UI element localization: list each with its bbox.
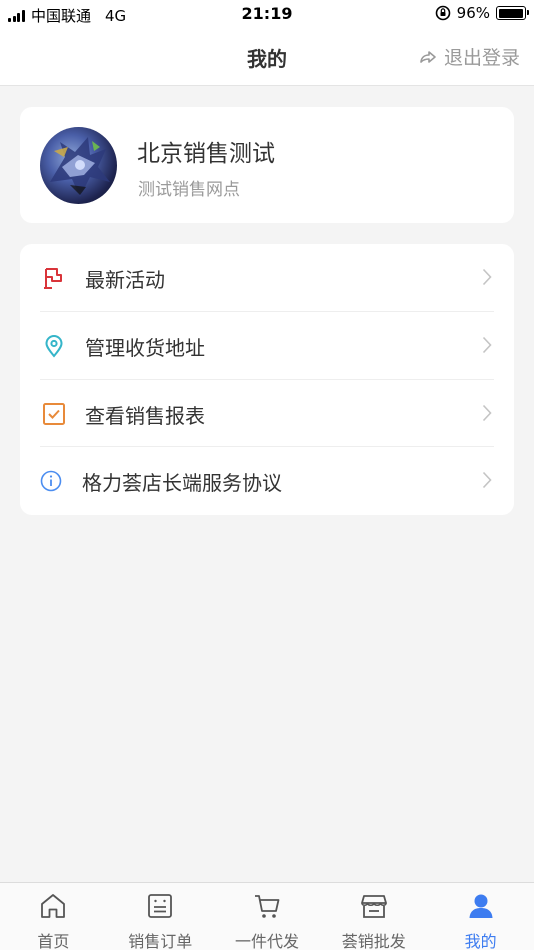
info-icon <box>40 470 62 492</box>
menu-item-sales-report[interactable]: 查看销售报表 <box>20 380 514 448</box>
profile-name: 北京销售测试 <box>137 141 275 167</box>
menu-card: 最新活动 管理收货地址 查看销售报表 格力荟店长端服务协议 <box>20 244 514 515</box>
chevron-right-icon <box>482 336 492 353</box>
menu-item-service-agreement[interactable]: 格力荟店长端服务协议 <box>20 447 514 515</box>
orientation-lock-icon <box>435 5 450 21</box>
status-right: 96% <box>435 4 529 22</box>
checkbox-icon <box>43 402 65 425</box>
order-icon <box>148 894 173 918</box>
avatar[interactable] <box>40 127 117 204</box>
menu-item-label: 最新活动 <box>85 268 165 292</box>
profile-subtitle: 测试销售网点 <box>138 180 240 200</box>
tab-bar: 首页 销售订单 一件代发 荟销批发 我的 <box>0 882 534 950</box>
tab-label: 我的 <box>464 932 497 950</box>
chevron-right-icon <box>482 268 492 286</box>
menu-item-label: 格力荟店长端服务协议 <box>82 471 282 496</box>
share-arrow-icon <box>420 50 436 63</box>
home-icon <box>41 894 66 918</box>
tab-dropship[interactable]: 一件代发 <box>214 883 321 950</box>
nav-bar: 我的 退出登录 <box>0 28 534 86</box>
cart-icon <box>254 895 280 918</box>
flag-icon <box>44 268 62 289</box>
tab-sales-orders[interactable]: 销售订单 <box>107 883 214 950</box>
logout-button[interactable]: 退出登录 <box>418 43 520 70</box>
status-bar: 中国联通 4G 21:19 96% <box>0 0 534 28</box>
menu-item-label: 管理收货地址 <box>85 335 205 360</box>
battery-icon <box>496 6 529 20</box>
tab-label: 荟销批发 <box>341 932 406 950</box>
person-icon <box>469 894 493 918</box>
tab-label: 一件代发 <box>234 932 299 950</box>
logout-label: 退出登录 <box>443 47 520 69</box>
menu-item-manage-address[interactable]: 管理收货地址 <box>20 312 514 380</box>
profile-card[interactable]: 北京销售测试 测试销售网点 <box>20 107 514 223</box>
menu-item-label: 查看销售报表 <box>85 403 205 428</box>
location-pin-icon <box>45 334 63 358</box>
store-icon <box>360 895 387 918</box>
menu-item-latest-activity[interactable]: 最新活动 <box>20 244 514 312</box>
tab-mine[interactable]: 我的 <box>427 883 534 950</box>
tab-label: 首页 <box>37 932 70 950</box>
chevron-right-icon <box>482 404 492 421</box>
tab-wholesale[interactable]: 荟销批发 <box>320 883 427 950</box>
battery-percent: 96% <box>456 4 490 22</box>
tab-home[interactable]: 首页 <box>0 883 107 950</box>
screen: 中国联通 4G 21:19 96% 我的 退出登录 北京销售测试 测试销售网点 … <box>0 0 534 950</box>
chevron-right-icon <box>482 472 492 489</box>
tab-label: 销售订单 <box>128 932 193 950</box>
